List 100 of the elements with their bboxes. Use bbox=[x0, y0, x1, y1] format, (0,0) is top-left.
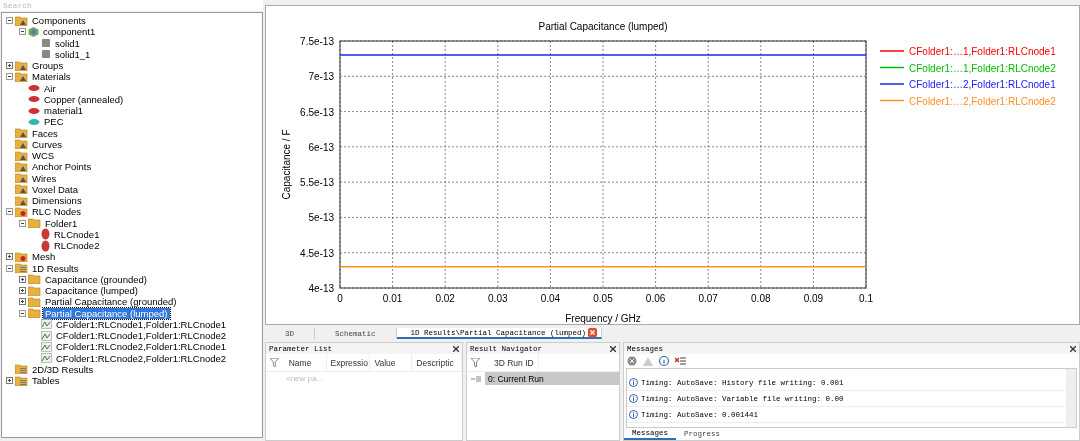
legend-entry: CFolder1:…2,Folder1:RLCnode2 bbox=[879, 95, 1056, 107]
folder-icon bbox=[15, 195, 28, 206]
expand-toggle[interactable] bbox=[19, 287, 26, 295]
tree-item[interactable]: material1 bbox=[42, 105, 86, 117]
info-icon bbox=[629, 378, 638, 387]
expand-toggle[interactable] bbox=[19, 298, 26, 306]
tree-item[interactable]: Anchor Points bbox=[30, 161, 94, 173]
expand-toggle[interactable] bbox=[6, 377, 13, 385]
y-tick-label: 4e-13 bbox=[308, 283, 334, 294]
folder-icon bbox=[15, 15, 28, 26]
tree-item[interactable]: CFolder1:RLCnode2,Folder1:RLCnode2 bbox=[54, 352, 229, 364]
close-icon[interactable] bbox=[610, 345, 616, 352]
tree-item[interactable]: Partial Capacitance (grounded) bbox=[43, 296, 179, 308]
x-tick-label: 0.06 bbox=[645, 293, 666, 304]
x-tick-label: 0 bbox=[337, 293, 343, 304]
collapse-toggle[interactable] bbox=[19, 309, 26, 317]
tree-item[interactable]: Copper (annealed) bbox=[42, 93, 126, 105]
curve-icon bbox=[41, 341, 52, 352]
info-filter-icon[interactable] bbox=[659, 356, 669, 366]
tree-item[interactable]: WCS bbox=[30, 150, 57, 162]
column-header[interactable]: Name bbox=[284, 354, 327, 371]
legend-label: CFolder1:…1,Folder1:RLCnode2 bbox=[909, 62, 1057, 74]
legend-label: CFolder1:…2,Folder1:RLCnode2 bbox=[909, 95, 1057, 107]
folder-icon bbox=[15, 60, 28, 71]
legend-entry: CFolder1:…1,Folder1:RLCnode1 bbox=[879, 46, 1056, 57]
folder-icon bbox=[28, 274, 41, 285]
folder-icon bbox=[28, 285, 41, 296]
close-icon[interactable] bbox=[453, 345, 459, 352]
collapse-toggle[interactable] bbox=[6, 17, 13, 25]
tree-item[interactable]: Groups bbox=[30, 60, 66, 72]
collapse-toggle[interactable] bbox=[19, 219, 26, 227]
filter-icon[interactable] bbox=[270, 358, 279, 367]
tree-item[interactable]: Folder1 bbox=[43, 217, 80, 229]
tree-item[interactable]: Materials bbox=[30, 71, 73, 83]
legend-label: CFolder1:…1,Folder1:RLCnode1 bbox=[909, 46, 1057, 57]
collapse-toggle[interactable] bbox=[6, 73, 13, 81]
column-header[interactable]: Value bbox=[370, 354, 413, 371]
expand-toggle[interactable] bbox=[6, 253, 13, 261]
y-tick-label: 7.5e-13 bbox=[300, 36, 334, 47]
material-icon bbox=[28, 84, 40, 93]
folder-icon bbox=[15, 161, 28, 172]
tree-item[interactable]: RLCnode2 bbox=[52, 240, 102, 252]
tree-item[interactable]: 2D/3D Results bbox=[30, 363, 96, 375]
component-icon bbox=[28, 26, 39, 37]
folder-icon bbox=[15, 375, 28, 386]
tree-item[interactable]: Components bbox=[30, 15, 88, 27]
material-icon bbox=[28, 106, 40, 115]
legend-label: CFolder1:…2,Folder1:RLCnode1 bbox=[909, 79, 1057, 90]
column-header[interactable]: Expressio bbox=[326, 354, 371, 371]
x-tick-label: 0.03 bbox=[488, 293, 508, 304]
tree-item[interactable]: CFolder1:RLCnode1,Folder1:RLCnode2 bbox=[54, 330, 229, 342]
tree-item[interactable]: Faces bbox=[30, 127, 60, 139]
tree-item[interactable]: RLC Nodes bbox=[30, 206, 84, 218]
info-icon bbox=[629, 394, 638, 403]
tree-item[interactable]: solid1 bbox=[53, 37, 82, 49]
folder-icon bbox=[15, 364, 28, 375]
folder-icon bbox=[28, 218, 41, 229]
search-field[interactable]: Search bbox=[0, 0, 263, 11]
tree-item[interactable]: CFolder1:RLCnode1,Folder1:RLCnode1 bbox=[54, 318, 229, 330]
info-icon bbox=[629, 410, 638, 419]
tree-item[interactable]: component1 bbox=[41, 26, 98, 38]
tree-item[interactable]: Dimensions bbox=[30, 195, 84, 207]
tree-item[interactable]: Tables bbox=[30, 375, 62, 387]
expand-toggle[interactable] bbox=[6, 62, 13, 70]
collapse-toggle[interactable] bbox=[6, 208, 13, 216]
y-tick-label: 6e-13 bbox=[308, 141, 334, 153]
collapse-toggle[interactable] bbox=[6, 264, 13, 272]
tree-item[interactable]: Curves bbox=[30, 138, 65, 150]
collapse-toggle[interactable] bbox=[19, 28, 26, 36]
cube-icon bbox=[41, 38, 51, 49]
tree-item[interactable]: Mesh bbox=[30, 251, 58, 263]
y-tick-label: 7e-13 bbox=[308, 71, 334, 83]
curve-icon bbox=[41, 353, 52, 364]
material-icon bbox=[28, 117, 40, 126]
run-row[interactable]: 0: Current Run bbox=[485, 372, 619, 385]
close-icon[interactable] bbox=[1070, 345, 1076, 352]
tree-item[interactable]: Voxel Data bbox=[30, 183, 80, 195]
tree-item[interactable]: Capacitance (lumped) bbox=[43, 285, 140, 297]
legend-entry: CFolder1:…1,Folder1:RLCnode2 bbox=[879, 62, 1056, 74]
error-filter-icon[interactable] bbox=[627, 356, 637, 366]
x-tick-label: 0.04 bbox=[540, 293, 561, 304]
folder-icon bbox=[28, 296, 41, 307]
folder-icon bbox=[15, 206, 28, 217]
tree-item[interactable]: CFolder1:RLCnode2,Folder1:RLCnode1 bbox=[54, 341, 229, 353]
scrollbar[interactable] bbox=[1066, 369, 1076, 427]
expand-toggle[interactable] bbox=[19, 275, 26, 283]
column-header[interactable]: Descriptic bbox=[412, 354, 462, 371]
tree-item[interactable]: solid1_1 bbox=[53, 48, 93, 60]
folder-icon bbox=[15, 251, 28, 262]
tree-item[interactable]: 1D Results bbox=[30, 262, 81, 274]
material-icon bbox=[28, 95, 40, 104]
tree-item[interactable]: Capacitance (grounded) bbox=[43, 273, 149, 285]
tree-item[interactable]: PEC bbox=[42, 116, 66, 128]
column-header[interactable]: 3D Run ID bbox=[490, 354, 539, 371]
tree-item[interactable]: Wires bbox=[30, 172, 59, 184]
tree-item[interactable]: Partial Capacitance (lumped) bbox=[43, 307, 170, 319]
filter-icon[interactable] bbox=[471, 358, 480, 367]
clear-icon[interactable] bbox=[675, 356, 686, 366]
tree-item[interactable]: RLCnode1 bbox=[52, 228, 102, 240]
tree-item[interactable]: Air bbox=[42, 82, 58, 94]
